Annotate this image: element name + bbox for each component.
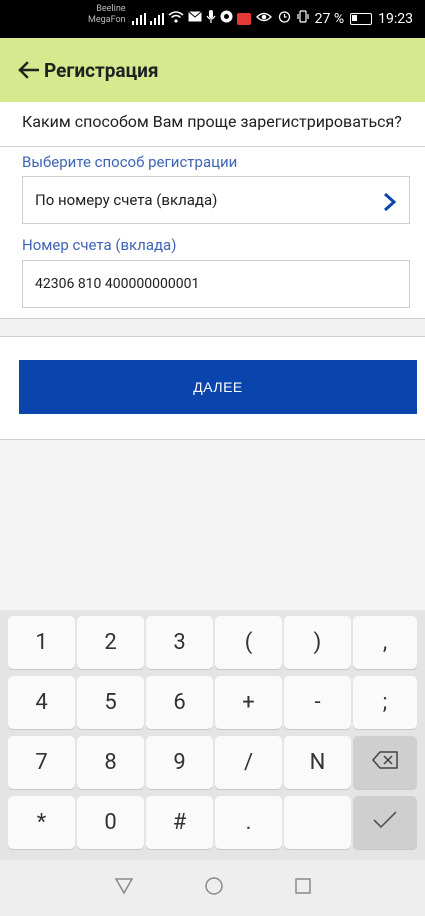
wifi-icon	[168, 10, 184, 27]
question-text: Каким способом Вам проще зарегистрироват…	[22, 112, 402, 131]
key[interactable]: 8	[77, 736, 144, 789]
key[interactable]: 4	[8, 676, 75, 729]
app-bar: Регистрация	[0, 38, 425, 102]
mail-icon	[188, 11, 202, 26]
back-triangle-icon[interactable]	[114, 877, 134, 899]
divider	[0, 318, 425, 319]
divider	[0, 146, 425, 147]
key[interactable]: #	[146, 796, 213, 849]
eye-icon	[255, 11, 272, 27]
battery-percent: 27 %	[314, 10, 345, 27]
method-value: По номеру счета (вклада)	[35, 191, 218, 209]
vibrate-icon	[297, 10, 309, 27]
key[interactable]: 0	[77, 796, 144, 849]
key[interactable]: *	[8, 796, 75, 849]
key[interactable]: 7	[8, 736, 75, 789]
key[interactable]: )	[284, 616, 351, 669]
key[interactable]: +	[215, 676, 282, 729]
checkmark-icon	[372, 810, 398, 836]
separator-strip	[0, 318, 425, 336]
chevron-right-icon	[383, 192, 397, 216]
status-right: 27 % 19:23	[255, 10, 413, 27]
key[interactable]: ,	[353, 616, 417, 669]
method-label: Выберите способ регистрации	[22, 153, 238, 171]
key[interactable]: 6	[146, 676, 213, 729]
account-label: Номер счета (вклада)	[22, 236, 177, 254]
home-circle-icon[interactable]	[204, 876, 224, 900]
key[interactable]: 2	[77, 616, 144, 669]
divider	[0, 336, 425, 337]
microphone-icon	[206, 10, 216, 27]
key[interactable]: ;	[353, 676, 417, 729]
key[interactable]: /	[215, 736, 282, 789]
status-icons	[132, 10, 251, 27]
key[interactable]: -	[284, 676, 351, 729]
key[interactable]: .	[215, 796, 282, 849]
carrier-names: Beeline MegaFon	[88, 4, 126, 26]
key[interactable]: (	[215, 616, 282, 669]
signal-icon	[150, 12, 164, 25]
backspace-key[interactable]	[353, 736, 417, 789]
account-value: 42306 810 400000000001	[35, 276, 200, 292]
battery-icon	[350, 12, 373, 25]
account-input[interactable]: 42306 810 400000000001	[22, 260, 410, 308]
signal-icon	[132, 12, 146, 25]
done-key[interactable]	[353, 796, 417, 849]
app-icon	[220, 10, 233, 27]
notification-icon	[237, 12, 251, 25]
recents-square-icon[interactable]	[294, 877, 312, 899]
clock: 19:23	[378, 10, 413, 27]
alarm-icon	[278, 10, 291, 27]
method-select[interactable]: По номеру счета (вклада)	[22, 176, 410, 224]
next-button[interactable]: ДАЛЕЕ	[19, 360, 417, 414]
system-nav-bar	[0, 860, 425, 916]
key[interactable]: 3	[146, 616, 213, 669]
carrier-2: MegaFon	[88, 15, 126, 25]
key-blank[interactable]	[284, 796, 351, 849]
backspace-icon	[372, 750, 398, 775]
carrier-1: Beeline	[96, 4, 126, 14]
numeric-keyboard: 1 2 3 ( ) , 4 5 6 + - ; 7 8 9 / N * 0 # …	[0, 610, 425, 860]
key[interactable]: 5	[77, 676, 144, 729]
key[interactable]: 9	[146, 736, 213, 789]
blank-area	[0, 440, 425, 610]
page-title: Регистрация	[44, 58, 159, 82]
status-bar: Beeline MegaFon 27 % 19:23	[0, 0, 425, 38]
key[interactable]: N	[284, 736, 351, 789]
key[interactable]: 1	[8, 616, 75, 669]
